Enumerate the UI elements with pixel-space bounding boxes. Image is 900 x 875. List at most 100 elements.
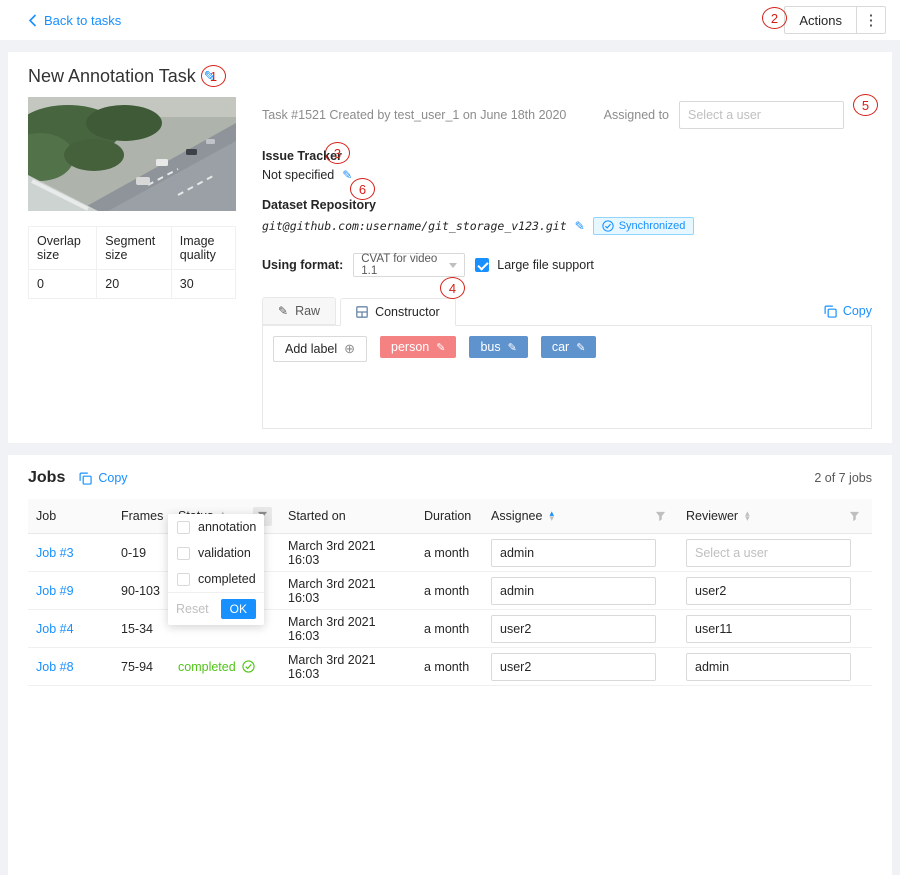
param-header-quality: Image quality xyxy=(171,227,235,270)
copy-jobs-button[interactable]: Copy xyxy=(79,471,127,485)
job-row-3: Job #3 0-19 March 3rd 2021 16:03 a month xyxy=(28,534,872,572)
back-to-tasks-link[interactable]: Back to tasks xyxy=(28,13,121,28)
param-value-quality: 30 xyxy=(171,270,235,299)
plus-circle-icon: ⊕ xyxy=(344,341,355,357)
dataset-repository-label: Dataset Repository xyxy=(262,198,872,212)
label-chip-car-name: car xyxy=(552,340,569,354)
copy-jobs-label: Copy xyxy=(98,471,127,485)
back-chevron-icon xyxy=(28,14,37,27)
tab-raw[interactable]: ✎ Raw xyxy=(262,297,336,325)
assignee-filter-icon[interactable] xyxy=(651,507,670,526)
filter-option-validation-label: validation xyxy=(198,546,251,560)
filter-reset-button[interactable]: Reset xyxy=(176,602,209,616)
chevron-down-icon xyxy=(449,263,457,268)
edit-issue-tracker-icon[interactable]: ✎ xyxy=(342,168,352,182)
assignee-sorter-icon[interactable]: ▴▾ xyxy=(549,511,554,521)
edit-repository-icon[interactable]: ✎ xyxy=(575,219,585,233)
filter-option-annotation-label: annotation xyxy=(198,520,256,534)
annotation-marker-1: 1 xyxy=(201,65,226,87)
column-header-assignee[interactable]: Assignee ▴▾ xyxy=(483,507,678,526)
assignee-input[interactable] xyxy=(491,577,656,605)
tab-raw-label: Raw xyxy=(295,304,320,318)
job-started: March 3rd 2021 16:03 xyxy=(280,615,416,643)
job-link[interactable]: Job #4 xyxy=(36,622,74,636)
completed-checkbox[interactable] xyxy=(177,573,190,586)
job-link[interactable]: Job #9 xyxy=(36,584,74,598)
annotation-checkbox[interactable] xyxy=(177,521,190,534)
copy-icon xyxy=(79,472,92,485)
add-label-text: Add label xyxy=(285,342,337,356)
job-row-9: Job #9 90-103 March 3rd 2021 16:03 a mon… xyxy=(28,572,872,610)
format-select[interactable]: CVAT for video 1.1 xyxy=(353,253,465,277)
dataset-repository-url: git@github.com:username/git_storage_v123… xyxy=(262,219,567,233)
column-header-started: Started on xyxy=(280,509,416,523)
reviewer-input[interactable] xyxy=(686,577,851,605)
reviewer-sorter-icon[interactable]: ▴▾ xyxy=(745,511,750,521)
copy-icon xyxy=(824,305,837,318)
check-circle-icon xyxy=(242,660,255,673)
param-header-overlap: Overlap size xyxy=(29,227,97,270)
constructor-icon xyxy=(356,306,368,318)
job-link[interactable]: Job #3 xyxy=(36,546,74,560)
large-file-support-checkbox[interactable] xyxy=(475,258,489,272)
label-chip-person-name: person xyxy=(391,340,429,354)
reviewer-filter-icon[interactable] xyxy=(845,507,864,526)
edit-label-person-icon[interactable]: ✎ xyxy=(436,341,445,354)
annotation-marker-6: 6 xyxy=(350,178,375,200)
status-filter-dropdown: annotation validation completed Reset OK xyxy=(168,514,264,625)
label-chip-person[interactable]: person ✎ xyxy=(380,336,456,358)
task-details-card: New Annotation Task ✎ xyxy=(8,52,892,443)
jobs-card: Jobs Copy 2 of 7 jobs Job Frames Status … xyxy=(8,455,892,875)
job-row-8: Job #8 75-94 completed March 3rd 2021 16… xyxy=(28,648,872,686)
job-duration: a month xyxy=(416,622,483,636)
task-parameters-table: Overlap size Segment size Image quality … xyxy=(28,226,236,299)
synchronized-badge: Synchronized xyxy=(593,217,695,235)
task-title: New Annotation Task xyxy=(28,66,196,87)
annotation-marker-4: 4 xyxy=(440,277,465,299)
task-meta-text: Task #1521 Created by test_user_1 on Jun… xyxy=(262,108,566,122)
param-header-segment: Segment size xyxy=(97,227,172,270)
jobs-title: Jobs xyxy=(28,469,65,487)
reviewer-input[interactable] xyxy=(686,615,851,643)
assignee-input[interactable] xyxy=(491,653,656,681)
filter-option-completed-label: completed xyxy=(198,572,256,586)
column-header-frames: Frames xyxy=(113,509,170,523)
back-to-tasks-label: Back to tasks xyxy=(44,13,121,28)
edit-label-bus-icon[interactable]: ✎ xyxy=(508,341,517,354)
annotation-marker-3: 3 xyxy=(325,142,350,164)
reviewer-input[interactable] xyxy=(686,539,851,567)
copy-labels-button[interactable]: Copy xyxy=(824,304,872,318)
column-header-duration: Duration xyxy=(416,509,483,523)
validation-checkbox[interactable] xyxy=(177,547,190,560)
assignee-input[interactable] xyxy=(491,615,656,643)
filter-ok-button[interactable]: OK xyxy=(221,599,256,619)
reviewer-header-label: Reviewer xyxy=(686,509,738,523)
column-header-reviewer[interactable]: Reviewer ▴▾ xyxy=(678,507,872,526)
job-link[interactable]: Job #8 xyxy=(36,660,74,674)
add-label-button[interactable]: Add label ⊕ xyxy=(273,336,367,362)
using-format-label: Using format: xyxy=(262,258,343,272)
filter-option-completed[interactable]: completed xyxy=(168,566,264,592)
filter-option-validation[interactable]: validation xyxy=(168,540,264,566)
job-started: March 3rd 2021 16:03 xyxy=(280,539,416,567)
assignee-input[interactable] xyxy=(491,539,656,567)
job-row-4: Job #4 15-34 March 3rd 2021 16:03 a mont… xyxy=(28,610,872,648)
assignee-header-label: Assignee xyxy=(491,509,542,523)
actions-menu-button[interactable]: ⋮ xyxy=(856,6,886,34)
assigned-to-label: Assigned to xyxy=(604,108,669,122)
copy-labels-label: Copy xyxy=(843,304,872,318)
label-chip-car[interactable]: car ✎ xyxy=(541,336,597,358)
assigned-to-input[interactable] xyxy=(679,101,844,129)
edit-label-car-icon[interactable]: ✎ xyxy=(576,341,585,354)
label-chip-bus[interactable]: bus ✎ xyxy=(469,336,527,358)
tab-constructor[interactable]: Constructor xyxy=(340,298,456,326)
column-header-job[interactable]: Job xyxy=(28,509,113,523)
filter-option-annotation[interactable]: annotation xyxy=(168,514,264,540)
job-frames: 75-94 xyxy=(113,660,170,674)
task-preview-image xyxy=(28,97,236,211)
job-status-completed: completed xyxy=(178,660,255,674)
actions-button[interactable]: Actions xyxy=(784,6,857,34)
issue-tracker-label: Issue Tracker xyxy=(262,149,872,163)
reviewer-input[interactable] xyxy=(686,653,851,681)
format-select-value: CVAT for video 1.1 xyxy=(361,253,449,277)
